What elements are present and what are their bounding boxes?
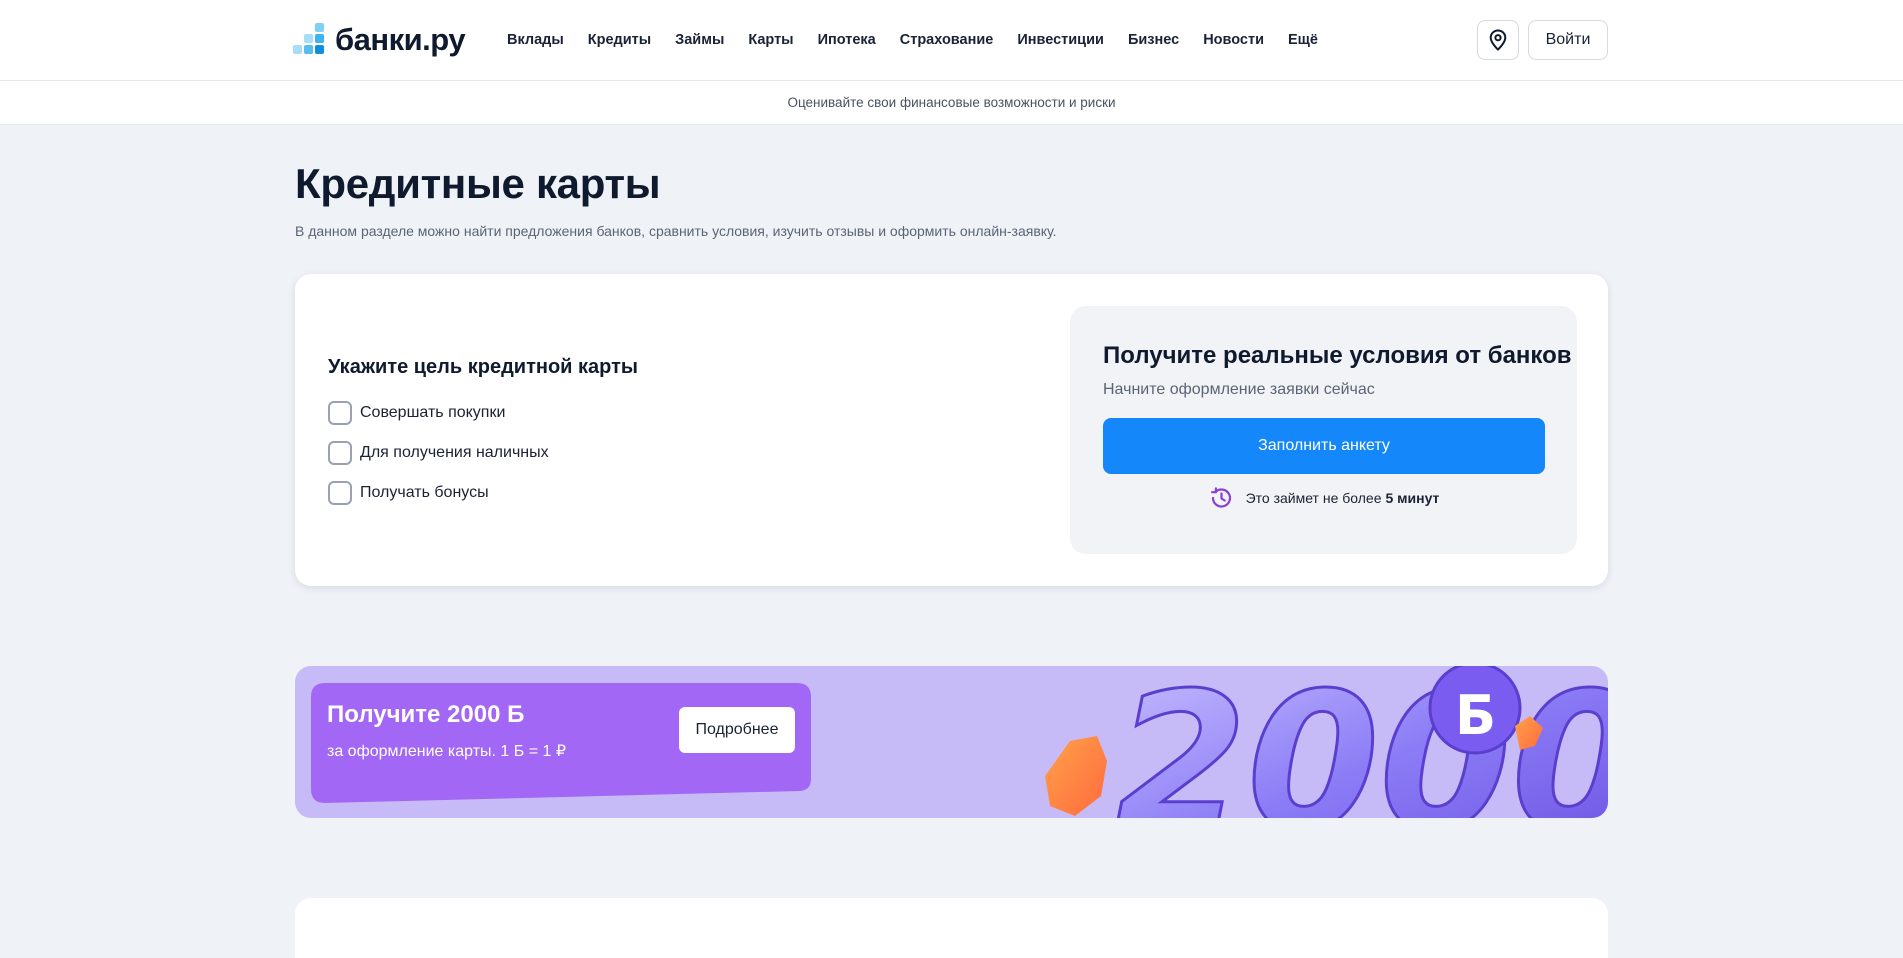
location-pin-icon: [1489, 29, 1507, 51]
promo-subtitle: за оформление карты. 1 Б = 1 ₽: [327, 743, 567, 760]
location-button[interactable]: [1477, 20, 1519, 60]
logo-dots-icon: [293, 23, 329, 57]
site-header: банки.ру Вклады Кредиты Займы Карты Ипот…: [0, 0, 1903, 81]
nav-item-investicii[interactable]: Инвестиции: [1017, 30, 1104, 50]
credit-card-selector-card: Укажите цель кредитной карты Совершать п…: [295, 274, 1608, 586]
promo-2000-illustration: 2000 Б: [1045, 666, 1608, 818]
page-description: В данном разделе можно найти предложения…: [295, 223, 1057, 239]
site-logo[interactable]: банки.ру: [293, 22, 466, 58]
checkbox[interactable]: [328, 481, 352, 505]
page-title: Кредитные карты: [295, 160, 661, 207]
nav-item-zaimy[interactable]: Займы: [675, 30, 724, 50]
nav-item-kredity[interactable]: Кредиты: [588, 30, 651, 50]
nav-item-karty[interactable]: Карты: [748, 30, 793, 50]
next-section-card: [295, 898, 1608, 958]
checkbox-label: Получать бонусы: [360, 484, 489, 501]
purpose-option-cash[interactable]: Для получения наличных: [328, 433, 638, 473]
nav-item-novosti[interactable]: Новости: [1203, 30, 1264, 50]
logo-text: банки.ру: [335, 22, 466, 57]
nav-item-biznes[interactable]: Бизнес: [1128, 30, 1179, 50]
time-note-text: Это займет не более: [1245, 490, 1382, 506]
checkbox[interactable]: [328, 401, 352, 425]
nav-item-eshe[interactable]: Ещё: [1288, 30, 1318, 50]
purpose-section: Укажите цель кредитной карты Совершать п…: [328, 356, 638, 513]
offer-subtitle: Начните оформление заявки сейчас: [1103, 381, 1375, 398]
purpose-option-purchases[interactable]: Совершать покупки: [328, 393, 638, 433]
time-estimate: Это займет не более 5 минут: [1070, 486, 1577, 510]
promo-details-button[interactable]: Подробнее: [679, 707, 795, 753]
promo-art-badge: Б: [1455, 684, 1496, 747]
purpose-option-bonuses[interactable]: Получать бонусы: [328, 473, 638, 513]
application-offer-panel: Получите реальные условия от банков Начн…: [1070, 306, 1577, 554]
purpose-title: Укажите цель кредитной карты: [328, 356, 638, 378]
nav-item-vklady[interactable]: Вклады: [507, 30, 564, 50]
nav-item-strahovanie[interactable]: Страхование: [900, 30, 994, 50]
main-nav: Вклады Кредиты Займы Карты Ипотека Страх…: [507, 30, 1342, 50]
login-button[interactable]: Войти: [1528, 20, 1608, 60]
subheader-banner[interactable]: Оценивайте свои финансовые возможности и…: [0, 81, 1903, 125]
clock-history-icon: [1208, 486, 1234, 510]
fill-form-button[interactable]: Заполнить анкету: [1103, 418, 1545, 474]
subheader-text: Оценивайте свои финансовые возможности и…: [787, 95, 1116, 110]
offer-title: Получите реальные условия от банков: [1103, 342, 1572, 369]
promo-title: Получите 2000 Б: [327, 701, 525, 728]
checkbox-label: Для получения наличных: [360, 444, 549, 461]
bonus-promo-banner[interactable]: Получите 2000 Б за оформление карты. 1 Б…: [295, 666, 1608, 818]
time-note-value: 5 минут: [1385, 490, 1440, 506]
checkbox-label: Совершать покупки: [360, 404, 506, 421]
checkbox[interactable]: [328, 441, 352, 465]
nav-item-ipoteka[interactable]: Ипотека: [818, 30, 876, 50]
